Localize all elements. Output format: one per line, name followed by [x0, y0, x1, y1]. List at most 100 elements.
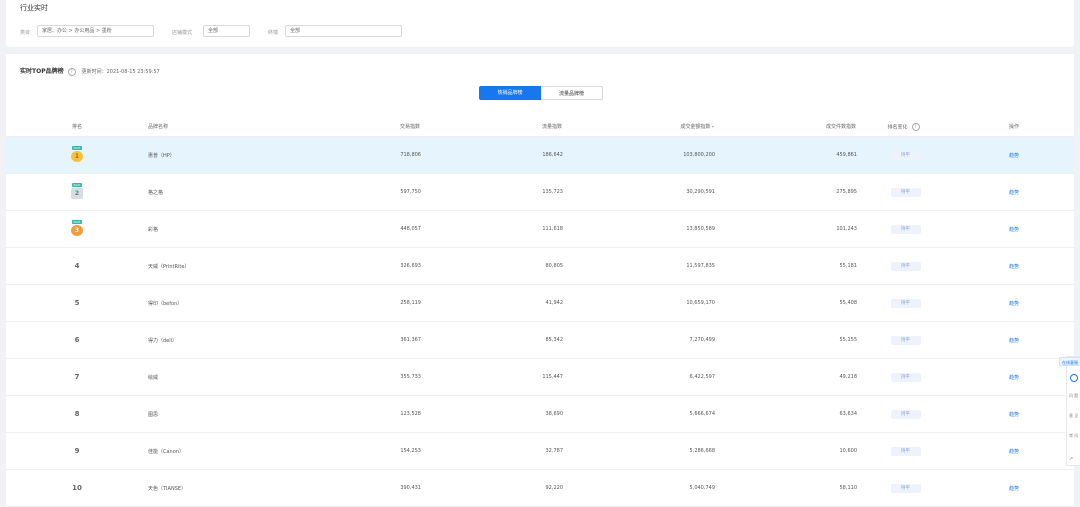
rank-change-cell: 持平: [857, 247, 954, 285]
store-type-label: 店铺模式: [172, 30, 193, 36]
rank-cell: 8: [6, 395, 148, 433]
brand-name: 绘威: [148, 358, 329, 396]
trade-index: 361,367: [329, 321, 421, 359]
action-cell: 趋势: [954, 432, 1074, 470]
rank-change-badge: 持平: [890, 335, 921, 345]
trend-link[interactable]: 趋势: [1009, 338, 1019, 344]
rank-change-cell: 持平: [857, 358, 954, 396]
action-cell: 趋势: [954, 284, 1074, 322]
action-cell: 趋势: [954, 247, 1074, 285]
trend-link[interactable]: 趋势: [1009, 264, 1019, 270]
update-time: 更新时间：2021-08-15 23:59:57: [81, 69, 160, 75]
trend-link[interactable]: 趋势: [1009, 301, 1019, 307]
trend-link[interactable]: 趋势: [1009, 375, 1019, 381]
col-amount-index[interactable]: 成交金额指数 ▾: [563, 117, 715, 137]
rank-change-cell: 持平: [857, 469, 954, 507]
rank-cell: 10: [6, 469, 148, 507]
col-flow-index[interactable]: 流量指数: [421, 117, 563, 137]
trade-index: 718,806: [329, 136, 421, 174]
rank-change-badge: 持平: [890, 298, 921, 308]
brand-name: 得印（befon）: [148, 284, 329, 322]
rank-change-badge: 持平: [890, 409, 921, 419]
chat-icon[interactable]: [1070, 374, 1078, 382]
silver-medal-icon: 2021 2: [71, 183, 83, 199]
table-row: 9 佳能（Canon） 154,253 32,787 5,286,668 10,600 持平…: [6, 432, 1074, 470]
tab-traffic-brands[interactable]: 流量品牌榜: [541, 86, 603, 100]
trend-link[interactable]: 趋势: [1009, 486, 1019, 492]
page-title: 行业实时: [20, 4, 48, 12]
expand-arrow-icon[interactable]: ↗: [1069, 457, 1073, 462]
rank-cell: 5: [6, 284, 148, 322]
flow-index: 85,342: [421, 321, 563, 359]
floater-item-question[interactable]: 问 题: [1069, 393, 1078, 398]
ranking-table: 排名 品牌名称 交易指数 流量指数 成交金额指数 ▾ 成交件数指数 排名变化? …: [6, 117, 1074, 507]
rank-number: 1: [71, 151, 83, 162]
count-index: 459,861: [715, 136, 857, 174]
sort-desc-icon[interactable]: ▾: [712, 124, 714, 129]
table-row: 2021 2 格之格 597,750 135,723 30,290,591 275,895 持…: [6, 173, 1074, 211]
floater-item-faq[interactable]: 常 问: [1069, 433, 1078, 438]
rank-cell: 6: [6, 321, 148, 359]
table-row: 7 绘威 355,733 115,447 6,422,597 49,218 持平 趋势: [6, 358, 1074, 396]
trend-link[interactable]: 趋势: [1009, 449, 1019, 455]
help-icon[interactable]: ?: [911, 122, 920, 131]
floater-item-feedback[interactable]: 意 见: [1069, 413, 1078, 418]
rank-change-badge: 持平: [890, 261, 921, 271]
rank-change-badge: 持平: [890, 372, 921, 382]
count-index: 49,218: [715, 358, 857, 396]
flow-index: 186,642: [421, 136, 563, 174]
table-header-row: 排名 品牌名称 交易指数 流量指数 成交金额指数 ▾ 成交件数指数 排名变化? …: [6, 117, 1074, 137]
rank-change-badge: 持平: [890, 150, 921, 160]
flow-index: 135,723: [421, 173, 563, 211]
rank-change-cell: 持平: [857, 136, 954, 174]
table-row: 10 天色（TIANSE） 390,431 92,220 5,040,749 58,110…: [6, 469, 1074, 507]
trade-index: 258,119: [329, 284, 421, 322]
rank-number: 3: [71, 225, 83, 236]
action-cell: 趋势: [954, 395, 1074, 433]
rank-change-badge: 持平: [890, 224, 921, 234]
brand-name: 图思: [148, 395, 329, 433]
rank-number: 5: [74, 299, 80, 307]
count-index: 55,181: [715, 247, 857, 285]
amount-index: 30,290,591: [563, 173, 715, 211]
store-type-select[interactable]: 全部: [203, 25, 250, 37]
online-service-tab[interactable]: 在线客服: [1059, 357, 1080, 366]
help-icon[interactable]: ?: [67, 67, 76, 76]
terminal-select[interactable]: 全部: [285, 25, 402, 37]
col-count-index[interactable]: 成交件数指数: [715, 117, 857, 137]
ranking-title: 实时TOP品牌榜: [20, 68, 64, 75]
amount-index: 5,286,668: [563, 432, 715, 470]
amount-index: 7,270,499: [563, 321, 715, 359]
filter-panel: 行业实时 类目 家居、办公 > 办公用品 > 墨粉 店铺模式 全部 终端 全部: [6, 0, 1074, 47]
col-trade-index[interactable]: 交易指数: [329, 117, 421, 137]
trend-link[interactable]: 趋势: [1009, 227, 1019, 233]
action-cell: 趋势: [954, 173, 1074, 211]
flow-index: 115,447: [421, 358, 563, 396]
tab-hot-brands[interactable]: 热销品牌榜: [479, 86, 541, 100]
amount-index: 103,800,200: [563, 136, 715, 174]
table-row: 5 得印（befon） 258,119 41,942 10,659,170 55,408 持…: [6, 284, 1074, 322]
rank-number: 6: [74, 336, 80, 344]
trend-link[interactable]: 趋势: [1009, 412, 1019, 418]
amount-index: 5,666,674: [563, 395, 715, 433]
action-cell: 趋势: [954, 469, 1074, 507]
trend-link[interactable]: 趋势: [1009, 153, 1019, 159]
col-rank: 排名: [6, 117, 148, 137]
medal-year: 2021: [72, 146, 82, 150]
rank-change-cell: 持平: [857, 432, 954, 470]
rank-change-badge: 持平: [890, 187, 921, 197]
rank-number: 7: [74, 373, 80, 381]
rank-change-cell: 持平: [857, 395, 954, 433]
col-rank-change: 排名变化?: [857, 117, 954, 137]
amount-index: 11,597,835: [563, 247, 715, 285]
flow-index: 38,690: [421, 395, 563, 433]
category-select[interactable]: 家居、办公 > 办公用品 > 墨粉: [37, 25, 154, 37]
flow-index: 41,942: [421, 284, 563, 322]
trend-link[interactable]: 趋势: [1009, 190, 1019, 196]
rank-number: 2: [71, 188, 83, 199]
medal-year: 2021: [72, 183, 82, 187]
action-cell: 趋势: [954, 358, 1074, 396]
count-index: 55,155: [715, 321, 857, 359]
trade-index: 154,253: [329, 432, 421, 470]
col-amount-label: 成交金额指数: [680, 124, 711, 130]
